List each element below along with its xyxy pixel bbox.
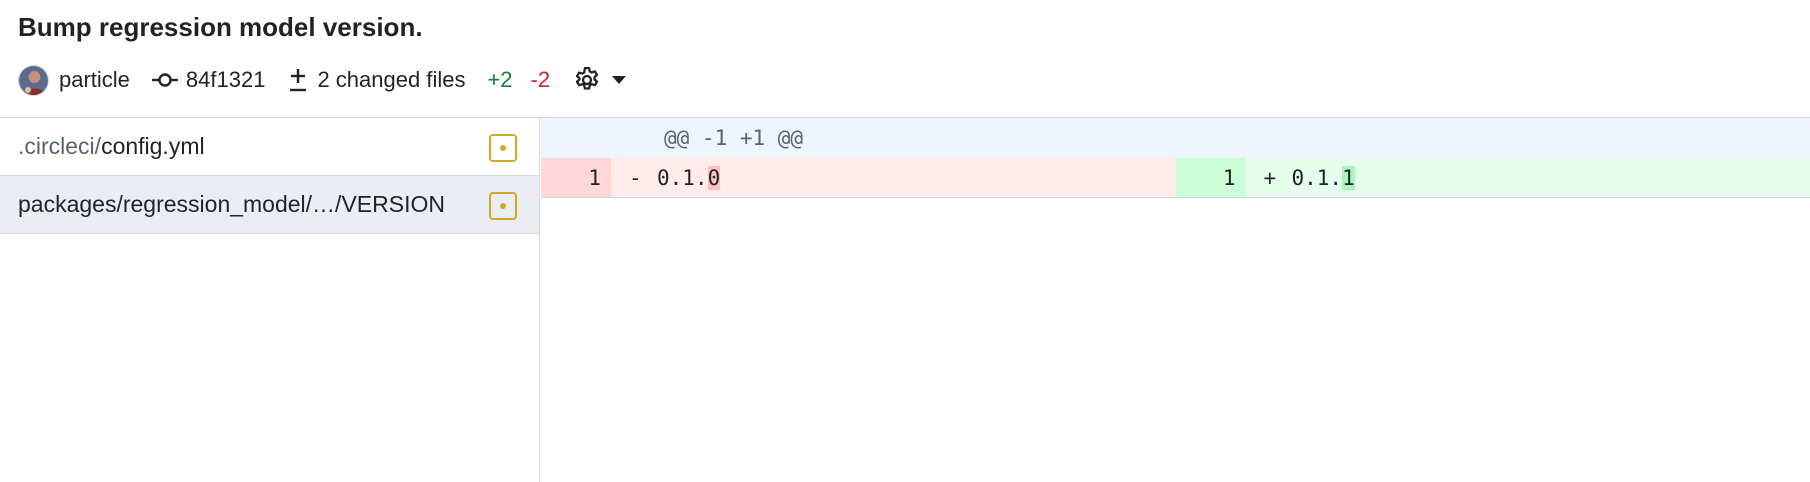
addition-marker: + [1263,166,1277,190]
commit-author[interactable]: particle [59,67,130,93]
file-dir: .circleci/ [18,133,102,159]
diff-line: 1 -0.1.0 1 +0.1.1 [541,158,1810,198]
hunk-header[interactable]: @@ -1 +1 @@ [541,118,1810,158]
file-name: config.yml [101,133,205,159]
left-code-changed: 0 [707,166,721,190]
file-tree-item-selected[interactable]: packages/regression_model/…/VERSION [0,176,539,234]
left-line-number[interactable]: 1 [541,158,611,197]
file-name: packages/regression_model/…/VERSION [18,191,445,217]
deletion-marker: - [629,166,642,190]
commit-meta: particle 84f1321 2 changed files +2 -2 [18,60,627,100]
file-tree: .circleci/ config.yml packages/regressio… [0,118,540,482]
right-code-changed: 1 [1342,166,1355,190]
right-code-text: 0.1. [1291,166,1343,190]
left-code-text: 0.1. [657,166,708,190]
file-tree-item[interactable]: .circleci/ config.yml [0,118,539,176]
file-modified-icon [489,134,517,162]
sha-text[interactable]: 84f1321 [186,67,266,93]
diff-plus-minus-icon [290,69,307,92]
left-code: -0.1.0 [611,158,1176,197]
split-diff-view: @@ -1 +1 @@ 1 -0.1.0 1 +0.1.1 [541,118,1810,482]
git-commit-icon [151,73,178,87]
right-line-number[interactable]: 1 [1175,158,1246,197]
commit-header: Bump regression model version. particle … [0,0,1810,118]
right-code: +0.1.1 [1245,158,1810,197]
gear-icon [575,67,599,90]
diff-settings-button[interactable] [572,65,627,95]
additions-count: +2 [487,67,513,92]
diff-left-side: 1 -0.1.0 [541,158,1176,197]
hunk-header-text: @@ -1 +1 @@ [664,126,804,150]
commit-sha[interactable]: 84f1321 [151,67,266,93]
changed-files: 2 changed files [287,67,465,93]
triangle-down-icon [612,76,627,84]
deletions-count: -2 [530,67,551,92]
avatar[interactable] [18,64,49,96]
changed-files-label: 2 changed files [317,67,466,92]
file-modified-icon [489,192,517,220]
commit-title: Bump regression model version. [18,12,423,42]
author-name[interactable]: particle [59,67,130,93]
diff-right-side: 1 +0.1.1 [1175,158,1810,197]
